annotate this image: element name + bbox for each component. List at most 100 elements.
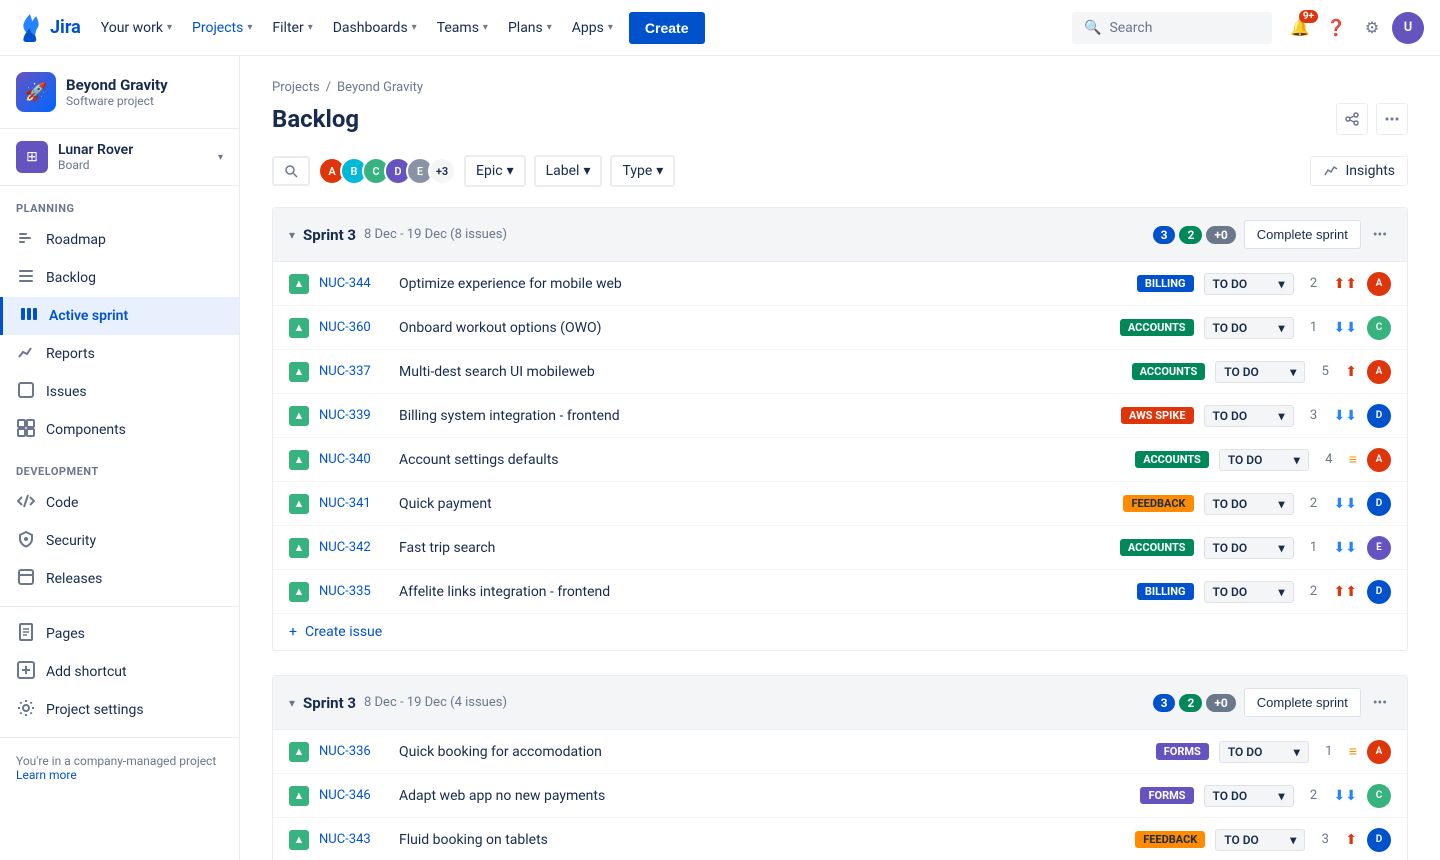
user-avatar[interactable]: U [1392,12,1424,44]
main-layout: 🚀 Beyond Gravity Software project ⊞ Luna… [0,56,1440,860]
search-box[interactable]: 🔍 Search [1072,12,1272,44]
status-button[interactable]: TO DO▾ [1204,405,1294,427]
active-sprint-icon [19,305,39,327]
epic-tag[interactable]: ACCOUNTS [1120,539,1194,556]
issue-key[interactable]: NUC-336 [319,744,389,759]
status-button[interactable]: TO DO▾ [1204,581,1294,603]
status-button[interactable]: TO DO▾ [1204,317,1294,339]
issue-summary[interactable]: Affelite links integration - frontend [399,584,1127,600]
sidebar-item-roadmap[interactable]: Roadmap [0,221,239,259]
help-button[interactable]: ❓ [1320,12,1352,44]
issue-summary[interactable]: Optimize experience for mobile web [399,276,1127,292]
issue-summary[interactable]: Account settings defaults [399,452,1125,468]
issue-key[interactable]: NUC-344 [319,276,389,291]
avatar-filter-more[interactable]: +3 [428,157,456,185]
sidebar-item-releases[interactable]: Releases [0,560,239,598]
project-name: Beyond Gravity [66,76,168,94]
sprint-2-toggle[interactable]: ▾ [289,696,295,710]
issue-key[interactable]: NUC-342 [319,540,389,555]
learn-more-link[interactable]: Learn more [16,768,77,782]
sprint-1-toggle[interactable]: ▾ [289,228,295,242]
status-button[interactable]: TO DO▾ [1219,741,1309,763]
share-button[interactable] [1336,103,1368,135]
insights-button[interactable]: Insights [1310,156,1408,186]
sidebar-item-pages[interactable]: Pages [0,615,239,653]
issue-key[interactable]: NUC-341 [319,496,389,511]
sidebar-item-components[interactable]: Components [0,411,239,449]
epic-tag[interactable]: AWS SPIKE [1121,407,1194,424]
sprint-1-more-button[interactable]: ••• [1369,223,1391,247]
topnav-filter[interactable]: Filter ▾ [264,14,320,42]
status-button[interactable]: TO DO▾ [1204,273,1294,295]
sidebar-item-project-settings[interactable]: Project settings [0,691,239,729]
issue-summary[interactable]: Fast trip search [399,540,1110,556]
topnav-projects[interactable]: Projects ▾ [184,14,260,42]
more-options-button[interactable] [1376,103,1408,135]
epic-tag[interactable]: ACCOUNTS [1120,319,1194,336]
breadcrumb-projects[interactable]: Projects [272,80,320,95]
assignee-filter[interactable]: A B C D E +3 [318,157,456,185]
issue-type-icon: ▲ [289,406,309,426]
issue-key[interactable]: NUC-340 [319,452,389,467]
create-button[interactable]: Create [629,12,705,44]
status-button[interactable]: TO DO▾ [1204,493,1294,515]
epic-tag[interactable]: FORMS [1140,787,1193,804]
epic-tag[interactable]: BILLING [1137,275,1194,292]
status-button[interactable]: TO DO▾ [1215,361,1305,383]
status-button[interactable]: TO DO▾ [1204,537,1294,559]
project-settings-icon [16,699,36,721]
topnav-teams[interactable]: Teams ▾ [429,14,496,42]
type-filter-button[interactable]: Type ▾ [610,155,675,187]
table-row: ▲ NUC-337 Multi-dest search UI mobileweb… [273,350,1407,394]
sidebar-item-code[interactable]: Code [0,484,239,522]
sidebar-item-security[interactable]: Security [0,522,239,560]
main-inner: Projects / Beyond Gravity Backlog [240,56,1440,860]
settings-button[interactable]: ⚙ [1356,12,1388,44]
complete-sprint-1-button[interactable]: Complete sprint [1244,220,1361,249]
backlog-search[interactable] [272,156,310,186]
issue-summary[interactable]: Fluid booking on tablets [399,832,1125,848]
epic-tag[interactable]: ACCOUNTS [1132,363,1206,380]
issue-key[interactable]: NUC-343 [319,832,389,847]
status-button[interactable]: TO DO▾ [1219,449,1309,471]
issue-summary[interactable]: Onboard workout options (OWO) [399,320,1110,336]
issue-key[interactable]: NUC-346 [319,788,389,803]
issue-summary[interactable]: Billing system integration - frontend [399,408,1111,424]
epic-tag[interactable]: FORMS [1156,743,1209,760]
status-button[interactable]: TO DO▾ [1204,785,1294,807]
sidebar-item-active-sprint[interactable]: Active sprint [0,297,239,335]
epic-tag[interactable]: ACCOUNTS [1135,451,1209,468]
sidebar-item-reports[interactable]: Reports [0,335,239,373]
epic-tag[interactable]: FEEDBACK [1135,831,1205,848]
breadcrumb-project-name[interactable]: Beyond Gravity [337,80,423,95]
sidebar-item-backlog[interactable]: Backlog [0,259,239,297]
issue-key[interactable]: NUC-337 [319,364,389,379]
epic-tag[interactable]: FEEDBACK [1123,495,1193,512]
topnav-dashboards[interactable]: Dashboards ▾ [325,14,425,42]
sidebar-item-add-shortcut[interactable]: Add shortcut [0,653,239,691]
label-filter-button[interactable]: Label ▾ [534,155,603,187]
issue-summary[interactable]: Multi-dest search UI mobileweb [399,364,1122,380]
issue-summary[interactable]: Quick booking for accomodation [399,744,1146,760]
notifications-button[interactable]: 🔔 9+ [1284,12,1316,44]
issue-key[interactable]: NUC-339 [319,408,389,423]
create-issue-1-button[interactable]: + Create issue [273,614,1407,650]
sprint-2-more-button[interactable]: ••• [1369,691,1391,715]
board-selector[interactable]: ⊞ Lunar Rover Board ▾ [0,129,239,186]
priority-icon: ⬇⬇ [1334,788,1357,804]
story-points: 2 [1304,496,1324,511]
issue-summary[interactable]: Quick payment [399,496,1113,512]
complete-sprint-2-button[interactable]: Complete sprint [1244,688,1361,717]
topnav-your-work[interactable]: Your work ▾ [93,14,180,42]
epic-filter-button[interactable]: Epic ▾ [464,155,526,187]
topnav-apps[interactable]: Apps ▾ [564,14,621,42]
issue-key[interactable]: NUC-335 [319,584,389,599]
epic-tag[interactable]: BILLING [1137,583,1194,600]
sidebar-item-label-issues: Issues [46,384,87,400]
topnav-logo[interactable]: Jira [16,14,81,42]
topnav-plans[interactable]: Plans ▾ [500,14,560,42]
sidebar-item-issues[interactable]: Issues [0,373,239,411]
issue-summary[interactable]: Adapt web app no new payments [399,788,1130,804]
issue-key[interactable]: NUC-360 [319,320,389,335]
status-button[interactable]: TO DO▾ [1215,829,1305,851]
